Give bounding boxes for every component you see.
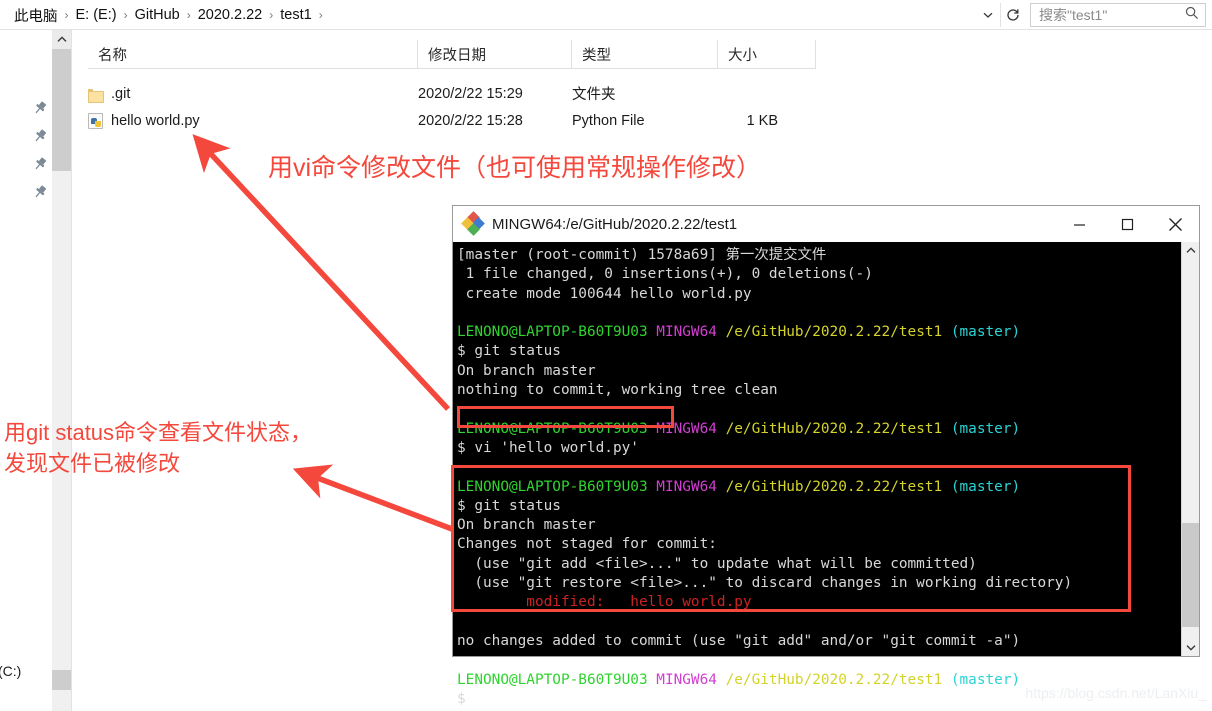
pin-icon[interactable] [32,156,48,172]
folder-icon [88,87,104,103]
chevron-up-icon[interactable] [52,30,71,49]
file-name-label: hello world.py [111,112,200,129]
python-file-icon [88,112,103,129]
terminal-text-segment: On branch master [457,362,596,379]
column-header-2[interactable]: 类型 [572,40,718,68]
pin-icon[interactable] [32,100,48,116]
breadcrumb-item-0[interactable]: 此电脑 [9,4,63,27]
highlight-box-vi-command [457,406,674,428]
terminal-line: On branch master [457,362,1169,381]
breadcrumb-separator: › [269,8,274,22]
breadcrumb[interactable]: 此电脑 › E: (E:) › GitHub › 2020.2.22 › test1 › [4,3,976,27]
terminal-text-segment: $ git status [457,343,561,360]
file-name-cell[interactable]: .git [88,85,131,103]
address-bar-controls [976,3,1024,27]
terminal-scrollbar[interactable] [1181,242,1199,656]
explorer-address-bar: 此电脑 › E: (E:) › GitHub › 2020.2.22 › test1 › 搜索"t… [0,0,1212,30]
terminal-text-segment: $ vi 'hello world.py' [457,439,639,456]
terminal-text-segment: [master (root-commit) 1578a69] 第一次提交文件 [457,247,827,263]
file-type-cell: 文件夹 [572,87,616,103]
file-size-cell: 1 KB [746,112,778,129]
terminal-text-segment: $ [457,690,466,707]
scroll-up-icon[interactable] [1182,242,1199,259]
file-type-cell: Python File [572,112,645,129]
mingw64-terminal-window[interactable]: MINGW64:/e/GitHub/2020.2.22/test1 [maste… [451,205,1200,707]
file-date-cell: 2020/2/22 15:29 [418,85,523,102]
terminal-text-segment: /e/GitHub/2020.2.22/test1 [725,324,951,341]
column-header-0[interactable]: 名称 [88,40,418,68]
breadcrumb-separator: › [318,8,323,22]
pin-icon[interactable] [32,128,48,144]
minimize-button[interactable] [1055,207,1103,241]
terminal-text-segment: 1 file changed, 0 insertions(+), 0 delet… [457,266,873,283]
breadcrumb-separator: › [186,8,191,22]
breadcrumb-item-1[interactable]: E: (E:) [71,6,122,24]
file-name-cell[interactable]: hello world.py [88,112,200,129]
highlight-box-git-status-output [451,465,1131,612]
terminal-line: [master (root-commit) 1578a69] 第一次提交文件 [457,246,1169,265]
pin-icon[interactable] [32,184,48,200]
terminal-text-segment: LENONO@LAPTOP-B60T9U03 [457,324,657,341]
breadcrumb-item-3[interactable]: 2020.2.22 [193,6,268,24]
chevron-down-icon[interactable] [976,3,1000,27]
search-icon [1185,6,1199,25]
terminal-line: $ git status [457,342,1169,361]
scroll-down-icon[interactable] [1182,639,1199,656]
navigation-pane [0,30,56,711]
terminal-text-segment: create mode 100644 hello world.py [457,285,752,302]
refresh-icon[interactable] [1000,3,1024,27]
terminal-line: $ vi 'hello world.py' [457,439,1169,458]
terminal-text-segment: (master) [950,671,1021,688]
terminal-title: MINGW64:/e/GitHub/2020.2.22/test1 [492,215,738,233]
table-row[interactable]: hello world.py 2020/2/22 15:28 Python File… [88,107,818,134]
close-button[interactable] [1151,207,1199,241]
terminal-line: no changes added to commit (use "git add… [457,632,1169,651]
watermark: https://blog.csdn.net/LanXiu_ [1025,685,1206,701]
breadcrumb-item-2[interactable]: GitHub [130,6,185,24]
window-controls [1055,207,1199,241]
terminal-line: 1 file changed, 0 insertions(+), 0 delet… [457,265,1169,284]
terminal-text-segment: nothing to commit, working tree clean [457,382,778,399]
maximize-button[interactable] [1103,207,1151,241]
file-list-header-divider [88,68,816,69]
git-bash-icon [461,211,485,236]
pane-divider [71,30,72,711]
terminal-text-segment: MINGW64 [656,324,726,341]
terminal-title-bar[interactable]: MINGW64:/e/GitHub/2020.2.22/test1 [453,206,1199,242]
terminal-text-segment: LENONO@LAPTOP-B60T9U03 [457,671,657,688]
search-input[interactable]: 搜索"test1" [1039,5,1107,25]
terminal-text-segment: no changes added to commit (use "git add… [457,632,1021,649]
annotation-note-left-line2: 发现文件已被修改 [4,451,181,476]
terminal-line: create mode 100644 hello world.py [457,285,1169,304]
file-date-cell: 2020/2/22 15:28 [418,112,523,129]
address-bar-divider [0,29,1212,30]
breadcrumb-separator: › [123,8,128,22]
navigation-scrollbar[interactable] [52,30,71,711]
search-box[interactable]: 搜索"test1" [1030,3,1206,27]
scrollbar-thumb[interactable] [52,49,71,171]
annotation-note-top: 用vi命令修改文件（也可使用常规操作修改） [268,154,762,182]
terminal-line: LENONO@LAPTOP-B60T9U03 MINGW64 /e/GitHub… [457,323,1169,342]
terminal-text-segment: (master) [950,420,1021,437]
file-name-label: .git [111,85,131,102]
arrow-to-note-left [292,464,453,532]
terminal-text-segment: /e/GitHub/2020.2.22/test1 [725,420,951,437]
table-row[interactable]: .git 2020/2/22 15:29 文件夹 [88,80,818,107]
annotation-note-left-line1: 用git status命令查看文件状态， [4,420,313,445]
breadcrumb-separator: › [64,8,69,22]
terminal-scrollbar-thumb[interactable] [1182,523,1199,627]
breadcrumb-item-4[interactable]: test1 [275,6,316,24]
terminal-text-segment: /e/GitHub/2020.2.22/test1 [725,671,951,688]
file-list-header: 名称 修改日期 类型 大小 [72,40,1212,68]
drive-label: (C:) [0,663,22,679]
column-header-3[interactable]: 大小 [718,40,816,68]
scrollbar-thumb-secondary[interactable] [52,670,71,690]
terminal-line: nothing to commit, working tree clean [457,381,1169,400]
column-header-1[interactable]: 修改日期 [418,40,572,68]
terminal-text-segment: MINGW64 [656,671,726,688]
terminal-text-segment: (master) [950,324,1021,341]
